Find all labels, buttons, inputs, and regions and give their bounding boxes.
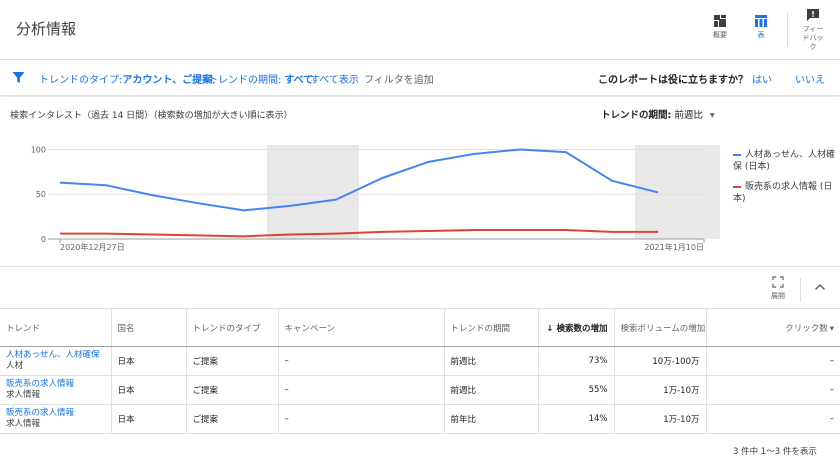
chevron-up-icon[interactable] (814, 282, 826, 292)
fullscreen-icon (772, 276, 784, 288)
legend-swatch (733, 185, 741, 188)
cell-trend-type: ご提案 (186, 346, 279, 376)
cell-clicks: – (706, 404, 840, 434)
overview-icon (714, 15, 726, 27)
cell-trend-period: 前年比 (444, 404, 539, 434)
column-header-search-increase[interactable]: ↓ 検索数の増加 (538, 308, 615, 347)
feedback-button[interactable]: フィー ドバッ ク (793, 4, 833, 52)
line-chart: 0 50 100 2020年12月27日 2021年1月10日 (31, 145, 720, 252)
cell-country: 日本 (111, 346, 187, 376)
y-tick-label: 0 (41, 235, 46, 244)
toolbar-divider (800, 278, 801, 302)
y-tick-label: 50 (36, 190, 46, 199)
filter-icon[interactable] (12, 71, 25, 84)
y-tick-label: 100 (31, 145, 46, 154)
trend-link[interactable]: 販売系の求人情報 (6, 408, 105, 419)
cell-search-increase: 73% (538, 346, 615, 376)
header-divider (787, 12, 788, 46)
cell-campaign: – (278, 375, 445, 405)
feedback-icon (807, 9, 819, 21)
expand-button[interactable]: 展開 (766, 276, 790, 301)
cell-clicks: – (706, 375, 840, 405)
cell-search-volume: 1万-10万 (614, 404, 707, 434)
x-tick-label: 2021年1月10日 (644, 242, 704, 252)
chevron-down-icon: ▾ (829, 323, 834, 334)
cell-trend-type: ご提案 (186, 375, 279, 405)
filter-chip-trend-period[interactable]: トレンドの期間: すべて (208, 71, 313, 86)
cell-search-increase: 55% (538, 375, 615, 405)
cell-trend: 販売系の求人情報 求人情報 (0, 375, 112, 405)
cell-trend-type: ご提案 (186, 404, 279, 434)
overview-button[interactable]: 概要 (702, 10, 738, 40)
table-view-button[interactable]: 表 (743, 10, 779, 40)
column-header-trend-period[interactable]: トレンドの期間 (444, 308, 539, 347)
add-filter-input[interactable]: フィルタを追加 (364, 71, 434, 86)
table-row: 販売系の求人情報 求人情報 日本 ご提案 – 前週比 55% 1万-10万 – (0, 375, 840, 405)
pagination-info: 3 件中 1～3 件を表示 (733, 447, 817, 457)
table-header-row: トレンド 国名 トレンドのタイプ キャンペーン トレンドの期間 ↓ 検索数の増加 … (0, 308, 840, 347)
weekend-band (635, 145, 720, 239)
filter-chip-trend-type[interactable]: トレンドのタイプ:アカウント、ご提案, (39, 71, 215, 86)
column-header-clicks[interactable]: クリック数 ▾ (706, 308, 840, 347)
column-header-country[interactable]: 国名 (111, 308, 187, 347)
cell-trend: 販売系の求人情報 求人情報 (0, 404, 112, 434)
chart-card: 検索インタレスト（過去 14 日間）（検索数の増加が大きい順に表示） トレンドの… (0, 97, 840, 267)
trend-link[interactable]: 人材あっせん、人材確保 (6, 350, 105, 361)
app-header: 分析情報 概要 表 フィー ドバッ ク (0, 0, 840, 60)
filter-bar: トレンドのタイプ:アカウント、ご提案, トレンドの期間: すべて すべて表示 フィ… (0, 60, 840, 96)
show-all-link[interactable]: すべて表示 (310, 71, 359, 86)
column-header-trend-type[interactable]: トレンドのタイプ (186, 308, 279, 347)
cell-search-volume: 1万-10万 (614, 375, 707, 405)
cell-search-volume: 10万-100万 (614, 346, 707, 376)
table-row: 人材あっせん、人材確保 人材 日本 ご提案 – 前週比 73% 10万-100万 – (0, 346, 840, 376)
cell-trend-period: 前週比 (444, 346, 539, 376)
column-header-trend[interactable]: トレンド (0, 308, 112, 347)
cell-clicks: – (706, 346, 840, 376)
weekend-band (267, 145, 359, 239)
cell-trend-period: 前週比 (444, 375, 539, 405)
cell-campaign: – (278, 346, 445, 376)
cell-country: 日本 (111, 375, 187, 405)
cell-country: 日本 (111, 404, 187, 434)
trend-category: 求人情報 (6, 390, 41, 400)
legend-item-series-1: 人材あっせん、人材確保 (日本) (733, 150, 836, 172)
table-row: 販売系の求人情報 求人情報 日本 ご提案 – 前年比 14% 1万-10万 – (0, 404, 840, 434)
column-header-search-volume[interactable]: 検索ボリュームの増加 (614, 308, 707, 347)
cell-trend: 人材あっせん、人材確保 人材 (0, 346, 112, 376)
trend-link[interactable]: 販売系の求人情報 (6, 379, 105, 390)
column-header-campaign[interactable]: キャンペーン (278, 308, 445, 347)
legend-swatch (733, 153, 741, 156)
page-title: 分析情報 (16, 20, 77, 38)
cell-search-increase: 14% (538, 404, 615, 434)
table-toolbar: 展開 (0, 268, 840, 308)
feedback-question: このレポートは役に立ちますか？ (598, 75, 748, 86)
cell-campaign: – (278, 404, 445, 434)
legend-item-series-2: 販売系の求人情報 (日本) (733, 182, 833, 204)
feedback-no-button[interactable]: いいえ (795, 71, 825, 86)
feedback-yes-button[interactable]: はい (752, 71, 772, 86)
trends-table: トレンド 国名 トレンドのタイプ キャンペーン トレンドの期間 ↓ 検索数の増加 … (0, 308, 840, 434)
table-icon (755, 15, 767, 27)
sort-arrow-icon: ↓ (546, 323, 554, 334)
trend-category: 人材 (6, 361, 24, 371)
trend-category: 求人情報 (6, 419, 41, 429)
x-tick-label: 2020年12月27日 (60, 242, 125, 252)
